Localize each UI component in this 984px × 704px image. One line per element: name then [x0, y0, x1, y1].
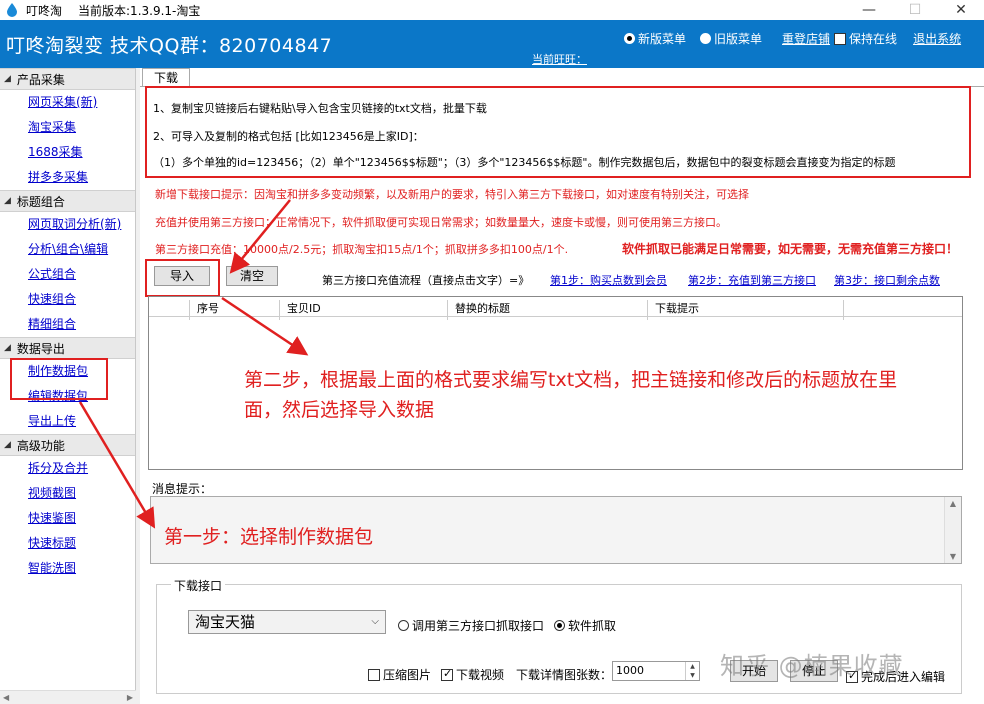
spinner-arrows-icon[interactable]: ▲ ▼: [685, 662, 699, 680]
instruction-line-1: 1、复制宝贝链接后右键粘贴\导入包含宝贝链接的txt文档，批量下载: [153, 102, 487, 115]
section-title: 高级功能: [16, 438, 65, 453]
notice-line-4: 软件抓取已能满足日常需要，如无需要，无需充值第三方接口！: [622, 242, 959, 256]
sidebar-item-web-collect[interactable]: 网页采集(新): [0, 90, 135, 115]
make-package-highlight-box: [10, 358, 108, 400]
sidebar-section-export[interactable]: ◢ 数据导出: [0, 337, 135, 359]
new-menu-radio[interactable]: [624, 33, 635, 44]
sidebar-item-fine-combo[interactable]: 精细组合: [0, 312, 135, 337]
wangwang-label: 当前旺旺：: [532, 53, 587, 66]
sidebar-hscrollbar[interactable]: ◀ ▶: [0, 690, 136, 704]
message-label: 消息提示：: [152, 482, 213, 496]
step1-link[interactable]: 第1步：购买点数到会员: [550, 272, 667, 288]
sidebar-item-formula[interactable]: 公式组合: [0, 262, 135, 287]
keep-online-label: 保持在线: [849, 32, 898, 46]
old-menu-radio[interactable]: [700, 33, 712, 44]
sidebar-section-advanced[interactable]: ◢ 高级功能: [0, 434, 135, 456]
column-header-title[interactable]: 替换的标题: [455, 300, 510, 316]
tab-download[interactable]: 下载: [142, 68, 190, 86]
section-title: 标题组合: [16, 194, 65, 209]
third-party-label: 调用第三方接口抓取接口: [412, 619, 545, 633]
source-select-value: 淘宝天猫: [195, 613, 256, 631]
notice-line-2: 充值并使用第三方接口；正常情况下，软件抓取便可实现日常需求；如数量量大，速度卡或…: [155, 216, 727, 229]
sidebar-item-taobao-collect[interactable]: 淘宝采集: [0, 115, 135, 140]
notice-line-3: 第三方接口充值：10000点/2.5元；抓取淘宝扣15点/1个；抓取拼多多扣10…: [155, 243, 569, 256]
detail-count-input[interactable]: 1000 ▲ ▼: [612, 661, 700, 681]
download-interface-label: 下载接口: [171, 577, 226, 594]
sidebar-item-analyze-edit[interactable]: 分析\组合\编辑: [0, 237, 135, 262]
instruction-line-3: （1）多个单独的id=123456；（2）单个"123456$$标题"；（3）多…: [153, 156, 896, 169]
detail-count-label: 下载详情图张数：: [516, 668, 613, 682]
close-button[interactable]: ✕: [938, 0, 984, 20]
zhihu-watermark: 知乎 @楠果收藏: [720, 652, 904, 680]
instructions-box: 1、复制宝贝链接后右键粘贴\导入包含宝贝链接的txt文档，批量下载 2、可导入及…: [145, 86, 971, 178]
logout-link[interactable]: 退出系统: [913, 30, 961, 47]
sidebar-item-keyword-analysis[interactable]: 网页取词分析(新): [0, 212, 135, 237]
instruction-line-2: 2、可导入及复制的格式包括 [比如123456是上家ID]：: [153, 130, 424, 143]
software-fetch-radio[interactable]: [554, 620, 566, 631]
version-label: 当前版本:1.3.9.1-淘宝: [78, 3, 201, 18]
sidebar-item-quick-combo[interactable]: 快速组合: [0, 287, 135, 312]
collapse-caret-icon: ◢: [4, 440, 11, 450]
section-title: 产品采集: [16, 72, 65, 87]
step3-link[interactable]: 第3步：接口剩余点数: [834, 272, 940, 288]
sidebar-section-title-combo[interactable]: ◢ 标题组合: [0, 190, 135, 212]
old-menu-label: 旧版菜单: [714, 32, 763, 46]
minimize-button[interactable]: —: [846, 0, 892, 20]
download-video-label: 下载视频: [456, 668, 505, 682]
chevron-down-icon: ⌵: [371, 616, 379, 627]
detail-count-value: 1000: [616, 664, 644, 677]
sidebar-item-pdd-collect[interactable]: 拼多多采集: [0, 165, 135, 190]
compress-images-label: 压缩图片: [383, 668, 432, 682]
recharge-flow-label: 第三方接口充值流程（直接点击文字）=》: [322, 274, 530, 287]
annotation-step1: 第一步：选择制作数据包: [164, 526, 374, 548]
step2-link[interactable]: 第2步：充值到第三方接口: [688, 272, 816, 288]
new-menu-label: 新版菜单: [638, 32, 687, 46]
app-header: 叮咚淘裂变 技术QQ群：820704847 新版菜单 旧版菜单 重登店铺 保持在…: [0, 20, 984, 68]
third-party-radio[interactable]: [398, 620, 409, 631]
import-button[interactable]: 导入: [154, 266, 210, 286]
relogin-link[interactable]: 重登店铺: [782, 30, 830, 47]
sidebar-item-quick-title[interactable]: 快速标题: [0, 531, 135, 556]
grid-header: 序号 宝贝ID 替换的标题 下载提示: [149, 297, 962, 320]
column-header-index[interactable]: 序号: [197, 300, 219, 316]
keep-online-checkbox[interactable]: [834, 32, 847, 45]
brand-title: 叮咚淘裂变 技术QQ群：820704847: [6, 35, 333, 57]
sidebar-item-quick-image-check[interactable]: 快速鉴图: [0, 506, 135, 531]
collapse-caret-icon: ◢: [4, 343, 11, 353]
annotation-step2: 第二步，根据最上面的格式要求编写txt文档，把主链接和修改后的标题放在里面，然后…: [244, 369, 898, 421]
sidebar-item-smart-image-wash[interactable]: 智能洗图: [0, 556, 135, 581]
sidebar-item-split-merge[interactable]: 拆分及合并: [0, 456, 135, 481]
window-titlebar: 叮咚淘 当前版本:1.3.9.1-淘宝 — ☐ ✕: [0, 0, 984, 20]
download-video-checkbox[interactable]: [441, 667, 454, 681]
notice-line-1: 新增下载接口提示：因淘宝和拼多多变动频繁，以及新用户的要求，特引入第三方下载接口…: [155, 188, 749, 201]
app-name: 叮咚淘: [26, 3, 63, 18]
collapse-caret-icon: ◢: [4, 196, 11, 206]
column-header-item-id[interactable]: 宝贝ID: [287, 300, 321, 316]
clear-button[interactable]: 清空: [226, 266, 278, 286]
maximize-button[interactable]: ☐: [892, 0, 938, 20]
column-header-download-hint[interactable]: 下载提示: [655, 300, 699, 316]
sidebar-section-collect[interactable]: ◢ 产品采集: [0, 68, 135, 90]
source-select[interactable]: 淘宝天猫 ⌵: [188, 610, 386, 634]
sidebar-item-video-screenshot[interactable]: 视频截图: [0, 481, 135, 506]
collapse-caret-icon: ◢: [4, 74, 11, 84]
water-drop-icon: [7, 3, 17, 17]
compress-images-checkbox[interactable]: [368, 668, 380, 681]
software-fetch-label: 软件抓取: [568, 619, 617, 633]
section-title: 数据导出: [16, 341, 65, 356]
message-scrollbar[interactable]: ▲ ▼: [944, 497, 961, 563]
sidebar-item-export-upload[interactable]: 导出上传: [0, 409, 135, 434]
sidebar-item-1688-collect[interactable]: 1688采集: [0, 140, 135, 165]
